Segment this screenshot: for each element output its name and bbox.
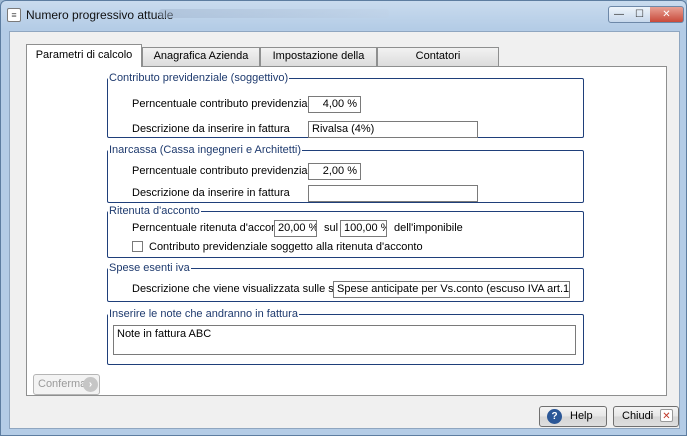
ritenuta-base-input[interactable]: 100,00 % bbox=[340, 220, 387, 237]
spese-group: Spese esenti iva Descrizione che viene v… bbox=[107, 262, 584, 302]
tab-contatori[interactable]: Contatori bbox=[377, 47, 499, 66]
arrow-right-icon: › bbox=[83, 377, 98, 392]
help-button[interactable]: ? Help bbox=[539, 406, 607, 427]
note-textarea[interactable]: Note in fattura ABC bbox=[113, 325, 576, 355]
question-icon: ? bbox=[547, 409, 562, 424]
note-group: Inserire le note che andranno in fattura… bbox=[107, 308, 584, 365]
window-title: Numero progressivo attuale bbox=[26, 8, 174, 22]
ritenuta-legend: Ritenuta d'acconto bbox=[109, 205, 200, 217]
ritenuta-group: Ritenuta d'acconto Perncentuale ritenuta… bbox=[107, 205, 584, 258]
app-window: ≡ Numero progressivo attuale — ☐ ✕ Param… bbox=[0, 0, 687, 436]
conferma-button[interactable]: Conferma › bbox=[33, 374, 100, 395]
ritenuta-perc-label: Perncentuale ritenuta d'acconto bbox=[132, 222, 287, 234]
ritenuta-imponibile-label: dell'imponibile bbox=[394, 222, 463, 234]
contributo-group: Contributo previdenziale (soggettivo) Pe… bbox=[107, 72, 584, 138]
chiudi-button[interactable]: Chiudi ✕ bbox=[613, 406, 679, 427]
inarcassa-group: Inarcassa (Cassa ingegneri e Architetti)… bbox=[107, 144, 584, 203]
tab-impostazione-fattura[interactable]: Impostazione della fattura bbox=[260, 47, 377, 79]
spese-desc-label: Descrizione che viene visualizzata sulle… bbox=[132, 283, 365, 295]
contributo-desc-label: Descrizione da inserire in fattura bbox=[132, 123, 290, 135]
tab-panel-parametri: Contributo previdenziale (soggettivo) Pe… bbox=[26, 66, 667, 396]
contributo-desc-input[interactable]: Rivalsa (4%) bbox=[308, 121, 478, 138]
title-bar[interactable]: ≡ Numero progressivo attuale — ☐ ✕ bbox=[1, 1, 686, 31]
contributo-perc-label: Perncentuale contributo previdenziale bbox=[132, 98, 317, 110]
contributo-perc-input[interactable]: 4,00 % bbox=[308, 96, 361, 113]
maximize-button[interactable]: ☐ bbox=[629, 6, 651, 23]
calculator-icon: ≡ bbox=[7, 8, 21, 22]
spese-legend: Spese esenti iva bbox=[109, 262, 190, 274]
spese-desc-input[interactable]: Spese anticipate per Vs.conto (escuso IV… bbox=[333, 281, 570, 298]
conferma-label: Conferma bbox=[38, 378, 87, 390]
tab-parametri-di-calcolo[interactable]: Parametri di calcolo bbox=[26, 44, 142, 67]
chiudi-label: Chiudi bbox=[622, 410, 654, 422]
ritenuta-checkbox-label: Contributo previdenziale soggetto alla r… bbox=[149, 241, 423, 253]
inarcassa-desc-input[interactable] bbox=[308, 185, 478, 202]
inarcassa-perc-input[interactable]: 2,00 % bbox=[308, 163, 361, 180]
ritenuta-checkbox[interactable] bbox=[132, 241, 143, 252]
inarcassa-legend: Inarcassa (Cassa ingegneri e Architetti) bbox=[109, 144, 301, 156]
client-area: Parametri di calcolo Anagrafica Azienda … bbox=[9, 31, 680, 429]
inarcassa-desc-label: Descrizione da inserire in fattura bbox=[132, 187, 290, 199]
ritenuta-sul-label: sul bbox=[324, 222, 339, 234]
ritenuta-perc-input[interactable]: 20,00 % bbox=[274, 220, 317, 237]
contributo-legend: Contributo previdenziale (soggettivo) bbox=[109, 72, 289, 84]
minimize-button[interactable]: — bbox=[608, 6, 630, 23]
note-legend: Inserire le note che andranno in fattura bbox=[109, 308, 298, 320]
tab-anagrafica-azienda[interactable]: Anagrafica Azienda bbox=[142, 47, 260, 66]
close-icon: ✕ bbox=[660, 409, 673, 422]
title-blur-area bbox=[159, 9, 389, 18]
help-label: Help bbox=[570, 410, 593, 422]
inarcassa-perc-label: Perncentuale contributo previdenziale bbox=[132, 165, 317, 177]
close-window-button[interactable]: ✕ bbox=[650, 6, 684, 23]
